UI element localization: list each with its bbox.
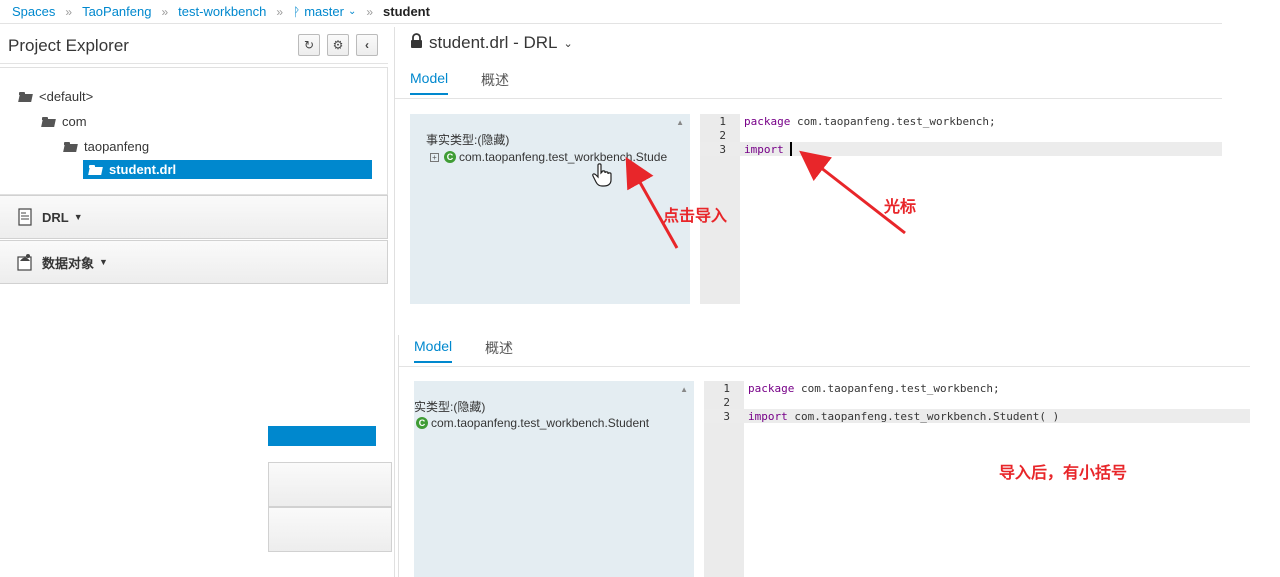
tree-selection-fragment [268,426,376,446]
tab-model[interactable]: Model [414,338,453,363]
code-keyword: import [748,410,788,423]
code-text: com.taopanfeng.test_workbench.Student( ) [787,410,1060,423]
code-line-3: import com.taopanfeng.test_workbench.Stu… [748,410,1059,423]
fact-types-panel: ▲ 实类型:(隐藏) C com.taopanfeng.test_workben… [414,381,694,577]
annotation-click-import: 点击导入 [663,208,728,225]
code-keyword: package [748,382,795,395]
code-line-1: package com.taopanfeng.test_workbench; [748,382,1000,395]
annotation-cursor: 光标 [884,199,917,216]
class-icon: C [416,417,428,429]
fact-type-name: com.taopanfeng.test_workbench.Student [431,416,650,430]
accordion-fragment[interactable] [268,462,392,507]
code-text: com.taopanfeng.test_workbench; [794,382,1000,395]
panel-divider [398,335,399,577]
line-number: 3 [723,410,730,423]
accordion-fragment[interactable] [268,507,392,552]
scroll-up-icon[interactable]: ▲ [680,385,688,394]
tab-overview[interactable]: 概述 [485,338,513,358]
annotation-after-import: 导入后，有小括号 [999,465,1128,482]
fact-types-label: 实类型:(隐藏) [414,400,486,414]
fact-type-item[interactable]: C com.taopanfeng.test_workbench.Student [416,416,649,430]
line-number: 2 [723,396,730,409]
line-number: 1 [723,382,730,395]
editor-tabs: Model 概述 [399,332,1250,367]
